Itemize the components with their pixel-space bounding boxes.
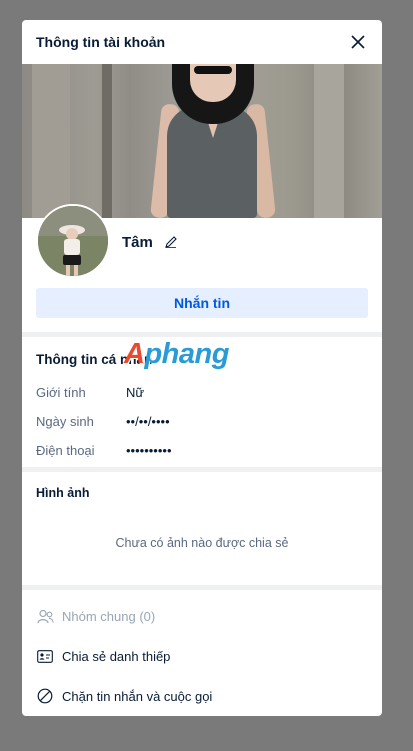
block-label: Chặn tin nhắn và cuộc gọi [62, 688, 213, 704]
images-title: Hình ảnh [36, 486, 90, 500]
common-groups-item[interactable]: Nhóm chung (0) [22, 596, 382, 636]
info-value: •••••••••• [126, 443, 172, 458]
cover-person [194, 66, 232, 74]
cover-pillar [314, 64, 344, 218]
info-label: Điện thoại [36, 443, 95, 458]
cover-pillar [102, 64, 112, 218]
info-row-gender: Giới tính Nữ [36, 378, 368, 407]
info-label: Giới tính [36, 385, 86, 400]
cover-photo[interactable] [22, 64, 382, 218]
edit-icon[interactable] [164, 235, 178, 249]
share-card-label: Chia sẻ danh thiếp [62, 648, 171, 664]
info-row-phone: Điện thoại •••••••••• [36, 436, 368, 465]
block-item[interactable]: Chặn tin nhắn và cuộc gọi [22, 676, 382, 716]
images-empty-text: Chưa có ảnh nào được chia sẻ [115, 536, 289, 550]
cover-pillar [32, 64, 70, 218]
profile-name: Tâm [122, 234, 153, 251]
common-groups-label: Nhóm chung (0) [62, 608, 156, 624]
people-icon [36, 607, 54, 625]
info-value: Nữ [126, 385, 145, 400]
info-row-birthday: Ngày sinh ••/••/•••• [36, 407, 368, 436]
info-value: ••/••/•••• [126, 414, 170, 429]
profile-row: Tâm [22, 204, 382, 288]
modal-title: Thông tin tài khoản [36, 34, 166, 50]
close-icon[interactable] [348, 32, 368, 52]
contact-card-icon [36, 647, 54, 665]
info-label: Ngày sinh [36, 414, 94, 429]
avatar[interactable] [36, 204, 110, 278]
images-section: Hình ảnh Chưa có ảnh nào được chia sẻ [22, 472, 382, 585]
share-card-item[interactable]: Chia sẻ danh thiếp [22, 636, 382, 676]
watermark-logo: Aphang [124, 338, 229, 370]
message-button[interactable]: Nhắn tin [36, 288, 368, 318]
modal-header: Thông tin tài khoản [22, 20, 382, 64]
block-icon [36, 687, 54, 705]
